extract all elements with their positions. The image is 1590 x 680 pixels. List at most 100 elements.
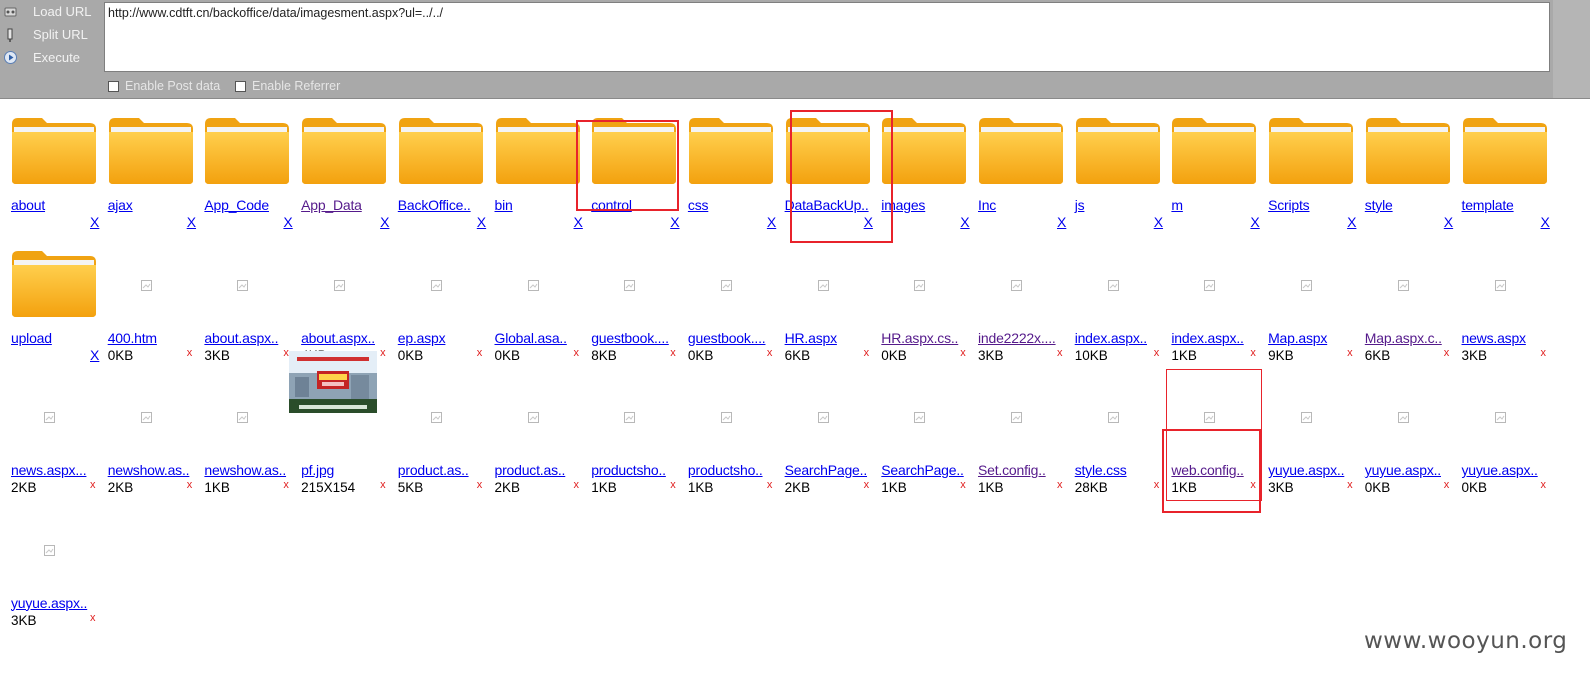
- file-link[interactable]: yuyue.aspx..: [1462, 462, 1538, 478]
- folder-link[interactable]: control: [591, 197, 632, 213]
- file-link[interactable]: productsho..: [591, 462, 666, 478]
- folder-icon[interactable]: [1354, 100, 1451, 190]
- delete-file-button[interactable]: x: [477, 479, 483, 491]
- delete-file-button[interactable]: x: [864, 347, 870, 359]
- folder-icon[interactable]: [774, 100, 871, 190]
- load-url-button[interactable]: Load URL: [0, 0, 100, 22]
- file-link[interactable]: inde2222x....: [978, 330, 1056, 346]
- file-link[interactable]: guestbook....: [688, 330, 766, 346]
- delete-file-button[interactable]: x: [1541, 479, 1547, 491]
- file-link[interactable]: 400.htm: [108, 330, 157, 346]
- image-thumbnail[interactable]: [289, 351, 378, 413]
- enable-post-data-option[interactable]: Enable Post data: [108, 79, 220, 93]
- delete-file-button[interactable]: x: [1347, 347, 1353, 359]
- file-link[interactable]: HR.aspx.cs..: [881, 330, 958, 346]
- delete-file-button[interactable]: x: [960, 347, 966, 359]
- url-input[interactable]: [104, 2, 1550, 72]
- folder-icon[interactable]: [290, 100, 387, 190]
- delete-file-button[interactable]: x: [1347, 479, 1353, 491]
- delete-file-button[interactable]: x: [1250, 479, 1256, 491]
- folder-icon[interactable]: [387, 100, 484, 190]
- folder-icon[interactable]: [193, 100, 290, 190]
- file-link[interactable]: HR.aspx: [785, 330, 837, 346]
- folder-link[interactable]: Scripts: [1268, 197, 1310, 213]
- delete-file-button[interactable]: x: [380, 347, 386, 359]
- delete-file-button[interactable]: x: [1057, 347, 1063, 359]
- delete-file-button[interactable]: x: [670, 479, 676, 491]
- delete-file-button[interactable]: x: [90, 479, 96, 491]
- folder-link[interactable]: App_Data: [301, 197, 362, 213]
- folder-icon[interactable]: [484, 100, 581, 190]
- folder-link[interactable]: DataBackUp..: [785, 197, 869, 213]
- file-link[interactable]: newshow.as..: [204, 462, 286, 478]
- file-link[interactable]: web.config..: [1171, 462, 1244, 478]
- delete-file-button[interactable]: x: [670, 347, 676, 359]
- folder-icon[interactable]: [97, 100, 194, 190]
- delete-file-button[interactable]: x: [1541, 347, 1547, 359]
- folder-link[interactable]: App_Code: [204, 197, 269, 213]
- folder-icon[interactable]: [677, 100, 774, 190]
- file-link[interactable]: guestbook....: [591, 330, 669, 346]
- enable-referrer-checkbox[interactable]: [235, 80, 246, 92]
- file-link[interactable]: SearchPage..: [785, 462, 868, 478]
- delete-file-button[interactable]: x: [864, 479, 870, 491]
- delete-file-button[interactable]: x: [574, 479, 580, 491]
- delete-file-button[interactable]: x: [1444, 479, 1450, 491]
- file-link[interactable]: Set.config..: [978, 462, 1046, 478]
- file-link[interactable]: Global.asa..: [495, 330, 568, 346]
- folder-icon[interactable]: [580, 100, 677, 190]
- folder-link[interactable]: about: [11, 197, 45, 213]
- delete-file-button[interactable]: x: [574, 347, 580, 359]
- folder-icon[interactable]: [1160, 100, 1257, 190]
- file-link[interactable]: SearchPage..: [881, 462, 964, 478]
- folder-link[interactable]: template: [1462, 197, 1514, 213]
- folder-link[interactable]: images: [881, 197, 925, 213]
- delete-file-button[interactable]: x: [960, 479, 966, 491]
- folder-link[interactable]: BackOffice..: [398, 197, 471, 213]
- file-link[interactable]: pf.jpg: [301, 462, 334, 478]
- file-link[interactable]: news.aspx...: [11, 462, 87, 478]
- file-link[interactable]: style.css: [1075, 462, 1127, 478]
- file-link[interactable]: index.aspx..: [1171, 330, 1244, 346]
- folder-link[interactable]: ajax: [108, 197, 133, 213]
- enable-post-data-checkbox[interactable]: [108, 80, 119, 92]
- folder-icon[interactable]: [1451, 100, 1548, 190]
- folder-icon[interactable]: [0, 100, 97, 190]
- folder-icon[interactable]: [967, 100, 1064, 190]
- file-link[interactable]: news.aspx: [1462, 330, 1527, 346]
- delete-file-button[interactable]: x: [283, 479, 289, 491]
- delete-file-button[interactable]: x: [1154, 347, 1160, 359]
- delete-file-button[interactable]: x: [767, 479, 773, 491]
- file-link[interactable]: Map.aspx.c..: [1365, 330, 1442, 346]
- folder-link[interactable]: bin: [495, 197, 513, 213]
- file-link[interactable]: about.aspx..: [301, 330, 375, 346]
- enable-referrer-option[interactable]: Enable Referrer: [235, 79, 340, 93]
- delete-file-button[interactable]: x: [1444, 347, 1450, 359]
- file-link[interactable]: productsho..: [688, 462, 763, 478]
- delete-file-button[interactable]: x: [767, 347, 773, 359]
- folder-icon[interactable]: [1064, 100, 1161, 190]
- split-url-button[interactable]: Split URL: [0, 23, 100, 45]
- execute-button[interactable]: Execute: [0, 46, 100, 68]
- folder-link[interactable]: upload: [11, 330, 52, 346]
- file-link[interactable]: Map.aspx: [1268, 330, 1327, 346]
- file-link[interactable]: yuyue.aspx..: [1365, 462, 1441, 478]
- folder-link[interactable]: Inc: [978, 197, 996, 213]
- folder-link[interactable]: style: [1365, 197, 1393, 213]
- delete-file-button[interactable]: x: [283, 347, 289, 359]
- file-link[interactable]: yuyue.aspx..: [1268, 462, 1344, 478]
- delete-file-button[interactable]: x: [90, 612, 96, 624]
- file-link[interactable]: ep.aspx: [398, 330, 446, 346]
- delete-file-button[interactable]: x: [1154, 479, 1160, 491]
- delete-file-button[interactable]: x: [380, 479, 386, 491]
- folder-icon[interactable]: [1257, 100, 1354, 190]
- delete-file-button[interactable]: x: [187, 479, 193, 491]
- delete-file-button[interactable]: x: [187, 347, 193, 359]
- folder-link[interactable]: m: [1171, 197, 1183, 213]
- delete-file-button[interactable]: x: [1250, 347, 1256, 359]
- delete-file-button[interactable]: x: [477, 347, 483, 359]
- file-link[interactable]: product.as..: [398, 462, 469, 478]
- file-link[interactable]: about.aspx..: [204, 330, 278, 346]
- delete-folder-button[interactable]: X: [1541, 214, 1550, 230]
- folder-link[interactable]: js: [1075, 197, 1085, 213]
